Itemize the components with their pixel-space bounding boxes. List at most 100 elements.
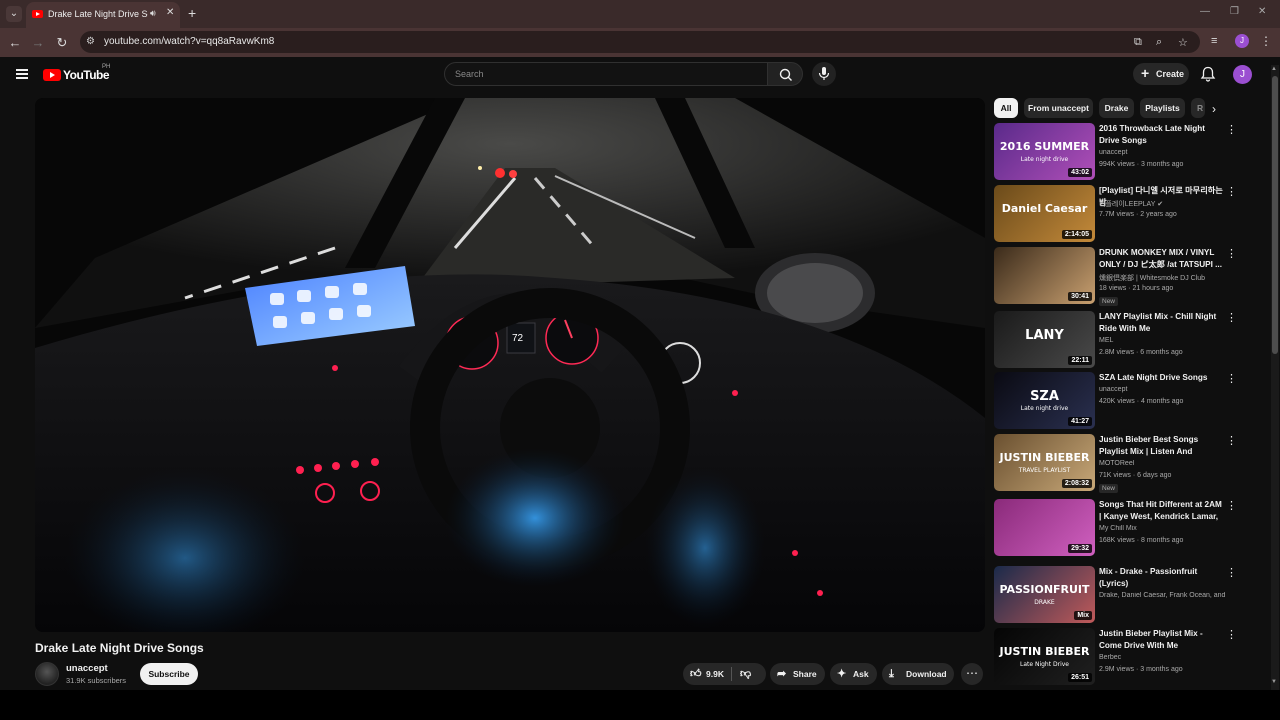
recommendation-channel[interactable]: unaccept [1099,149,1127,156]
more-options-icon[interactable]: ⋮ [1226,499,1237,512]
ask-label: Ask [853,669,869,679]
chip-drake[interactable]: Drake [1099,98,1134,118]
account-avatar[interactable]: J [1233,65,1252,84]
recommendation-thumbnail[interactable]: LANY 22:11 [994,311,1095,368]
scroll-up-arrow-icon[interactable]: ▲ [1271,66,1277,72]
browser-profile-avatar[interactable]: J [1235,34,1249,48]
recommendation-item[interactable]: Daniel Caesar 2:14:05 [Playlist] 다니엘 시저로 마… [994,185,1244,243]
channel-avatar[interactable] [35,662,59,686]
recommendation-channel[interactable]: unaccept [1099,386,1127,393]
create-button[interactable]: + Create [1133,63,1189,85]
download-button[interactable]: ⤓ Download [882,663,954,685]
duration-badge: 29:32 [1068,544,1092,553]
more-options-icon[interactable]: ⋮ [1226,628,1237,641]
site-info-icon[interactable]: ⚙ [86,36,98,48]
recommendation-title[interactable]: DRUNK MONKEY MIX / VINYL ONLY / DJ ピ太郎 /… [1099,247,1223,271]
chip-all[interactable]: All [994,98,1018,118]
maximize-icon[interactable]: ❐ [1230,6,1239,17]
recommendation-title[interactable]: Justin Bieber Playlist Mix - Come Drive … [1099,628,1223,652]
duration-badge: Mix [1074,611,1092,620]
scroll-down-arrow-icon[interactable]: ▼ [1271,679,1277,685]
recommendation-item[interactable]: LANY 22:11 LANY Playlist Mix - Chill Night… [994,311,1244,369]
recommendation-thumbnail[interactable]: 29:32 [994,499,1095,556]
recommendation-thumbnail[interactable]: 2016 SUMMER Late night drive 43:02 [994,123,1095,180]
recommendation-title[interactable]: Songs That Hit Different at 2AM | Kanye … [1099,499,1223,523]
chip-from-channel[interactable]: From unaccept [1024,98,1093,118]
more-actions-icon[interactable]: ⋯ [961,663,983,685]
scrollbar-thumb[interactable] [1272,76,1278,354]
video-player[interactable]: 72 [35,98,985,632]
forward-arrow-icon[interactable]: → [30,35,46,50]
recommendation-title[interactable]: Justin Bieber Best Songs Playlist Mix | … [1099,434,1223,458]
ask-button[interactable]: ✦ Ask [830,663,877,685]
tab-search-button[interactable]: ⌄ [6,6,22,22]
like-count[interactable]: 9.9K [706,669,724,679]
media-controls-icon[interactable]: ≡ [1211,35,1217,47]
recommendation-channel[interactable]: MEL [1099,337,1113,344]
more-options-icon[interactable]: ⋮ [1226,311,1237,324]
bookmark-star-icon[interactable]: ☆ [1178,36,1188,49]
new-tab-button[interactable]: + [188,5,196,21]
speaker-icon[interactable]: 🔊︎ [150,8,156,19]
browser-menu-icon[interactable]: ⋮ [1260,34,1272,48]
dislike-thumbs-down-icon[interactable]: 👎︎ [740,667,751,681]
close-window-icon[interactable]: ✕ [1258,6,1266,17]
recommendation-channel[interactable]: Berbec [1099,654,1121,661]
more-options-icon[interactable]: ⋮ [1226,123,1237,136]
subscribe-button[interactable]: Subscribe [140,663,198,685]
share-button[interactable]: ➦ Share [770,663,825,685]
recommendation-item[interactable]: PASSIONFRUIT DRAKE Mix Mix - Drake - Passio… [994,566,1244,624]
chip-partial[interactable]: R [1191,98,1205,118]
recommendation-thumbnail[interactable]: JUSTIN BIEBER Late Night Drive 26:51 [994,628,1095,685]
more-options-icon[interactable]: ⋮ [1226,566,1237,579]
recommendation-title[interactable]: SZA Late Night Drive Songs [1099,372,1223,384]
recommendation-thumbnail[interactable]: 30:41 [994,247,1095,304]
recommendation-channel[interactable]: 리플레이LEEPLAY [1099,201,1155,208]
video-title: Drake Late Night Drive Songs [35,641,204,655]
hamburger-menu-icon[interactable] [16,69,28,79]
recommendation-item[interactable]: JUSTIN BIEBER TRAVEL PLAYLIST 2:08:32 Justi… [994,434,1244,493]
cast-icon[interactable]: ⧉ [1134,36,1142,49]
back-arrow-icon[interactable]: ← [7,35,23,50]
recommendation-channel[interactable]: Drake, Daniel Caesar, Frank Ocean, and .… [1099,592,1227,599]
channel-name[interactable]: unaccept [66,663,108,674]
more-options-icon[interactable]: ⋮ [1226,434,1237,447]
browser-toolbar: ← → ↻ ⚙ youtube.com/watch?v=qq8aRavwKm8 … [0,28,1280,57]
recommendation-channel[interactable]: 燻銀倶楽部 | Whitesmoke DJ Club [1099,275,1205,282]
recommendation-thumbnail[interactable]: PASSIONFRUIT DRAKE Mix [994,566,1095,623]
recommendation-item[interactable]: 30:41 DRUNK MONKEY MIX / VINYL ONLY / DJ … [994,247,1244,306]
more-options-icon[interactable]: ⋮ [1226,185,1237,198]
recommendation-title[interactable]: 2016 Throwback Late Night Drive Songs [1099,123,1223,147]
search-placeholder: Search [455,69,484,79]
like-thumbs-up-icon[interactable]: 👍︎ [690,667,702,681]
recommendation-meta: 994K views · 3 months ago [1099,161,1184,168]
recommendation-thumbnail[interactable]: Daniel Caesar 2:14:05 [994,185,1095,242]
recommendation-thumbnail[interactable]: SZA Late night drive 41:27 [994,372,1095,429]
zoom-icon[interactable]: ⌕ [1156,36,1162,49]
search-input[interactable]: Search [444,62,768,86]
voice-search-button[interactable] [812,62,836,86]
recommendation-item[interactable]: 2016 SUMMER Late night drive 43:02 2016 Thr… [994,123,1244,181]
recommendation-title[interactable]: Mix - Drake - Passionfruit (Lyrics) [1099,566,1223,590]
address-bar[interactable]: ⚙ youtube.com/watch?v=qq8aRavwKm8 ⧉ ⌕ ☆ [80,31,1200,53]
notifications-bell-icon[interactable] [1199,65,1217,83]
recommendation-channel[interactable]: My Chill Mix [1099,525,1137,532]
reload-icon[interactable]: ↻ [54,35,70,51]
recommendation-channel[interactable]: MOTOReel [1099,460,1134,467]
recommendation-title[interactable]: LANY Playlist Mix - Chill Night Ride Wit… [1099,311,1223,335]
chip-playlists[interactable]: Playlists [1140,98,1185,118]
more-options-icon[interactable]: ⋮ [1226,372,1237,385]
thumbnail-subtitle-text: DRAKE [1034,599,1055,606]
new-badge: New [1099,297,1119,306]
recommendation-item[interactable]: 29:32 Songs That Hit Different at 2AM | K… [994,499,1244,557]
recommendation-item[interactable]: SZA Late night drive 41:27 SZA Late Night D… [994,372,1244,430]
more-options-icon[interactable]: ⋮ [1226,247,1237,260]
chevron-right-icon[interactable]: › [1212,102,1216,116]
search-button[interactable] [767,62,803,86]
close-tab-icon[interactable]: ✕ [166,7,174,18]
browser-tab[interactable]: Drake Late Night Drive Songs 🔊︎ ✕ [26,2,180,28]
tab-title: Drake Late Night Drive Songs [48,9,148,19]
recommendation-thumbnail[interactable]: JUSTIN BIEBER TRAVEL PLAYLIST 2:08:32 [994,434,1095,491]
recommendation-item[interactable]: JUSTIN BIEBER Late Night Drive 26:51 Justin… [994,628,1244,686]
minimize-icon[interactable]: — [1200,6,1210,17]
